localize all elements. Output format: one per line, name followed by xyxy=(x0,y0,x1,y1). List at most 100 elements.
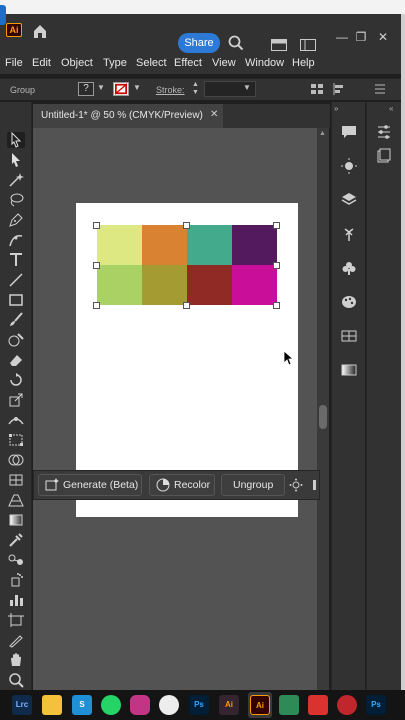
eraser-tool-icon[interactable] xyxy=(7,352,25,368)
swatch-rect-5[interactable] xyxy=(97,265,142,305)
taskbar-photoshop-icon[interactable]: Ps xyxy=(189,695,209,715)
menu-object[interactable]: Object xyxy=(61,57,93,69)
eyedropper-tool-icon[interactable] xyxy=(7,532,25,548)
document-tab[interactable]: Untitled-1* @ 50 % (CMYK/Preview) ✕ xyxy=(33,104,223,128)
fill-dropdown-chevron-icon[interactable]: ▼ xyxy=(97,83,105,93)
swatch-rect-1[interactable] xyxy=(97,225,142,265)
tab-close-icon[interactable]: ✕ xyxy=(210,109,218,120)
control-bar-menu-icon[interactable] xyxy=(372,83,386,95)
bounding-box-handle[interactable] xyxy=(273,262,280,269)
align-icon[interactable] xyxy=(310,83,324,95)
shaper-tool-icon[interactable] xyxy=(7,332,25,348)
zoom-tool-icon[interactable] xyxy=(7,672,25,688)
libraries-panel-icon[interactable] xyxy=(376,148,392,164)
layers-panel-icon[interactable] xyxy=(341,192,357,208)
generate-beta-button[interactable]: Generate (Beta) xyxy=(38,474,142,496)
column-graph-tool-icon[interactable] xyxy=(7,592,25,608)
stroke-dropdown-chevron-icon[interactable]: ▼ xyxy=(133,83,141,93)
more-options-icon[interactable] xyxy=(289,478,303,492)
bounding-box-handle[interactable] xyxy=(273,302,280,309)
shape-builder-tool-icon[interactable] xyxy=(7,452,25,468)
collapse-panels-icon[interactable]: » xyxy=(334,104,338,113)
bounding-box-handle[interactable] xyxy=(183,302,190,309)
taskbar-illustrator-icon[interactable]: Ai xyxy=(219,695,239,715)
free-transform-tool-icon[interactable] xyxy=(7,432,25,448)
workspace-switcher-icon[interactable] xyxy=(300,38,316,51)
stroke-stepper-icon[interactable]: ▲ ▼ xyxy=(192,81,200,96)
comments-panel-icon[interactable] xyxy=(341,124,357,140)
taskbar-app-green-icon[interactable] xyxy=(279,695,299,715)
paintbrush-tool-icon[interactable] xyxy=(7,312,25,328)
menu-type[interactable]: Type xyxy=(103,57,127,69)
bounding-box-handle[interactable] xyxy=(273,222,280,229)
scroll-up-arrow-icon[interactable]: ▲ xyxy=(319,130,326,137)
menu-edit[interactable]: Edit xyxy=(32,57,51,69)
menu-file[interactable]: File xyxy=(5,57,23,69)
hand-tool-icon[interactable] xyxy=(7,652,25,668)
gradient-panel-icon[interactable] xyxy=(341,362,357,378)
taskbar-app-red-icon[interactable] xyxy=(308,695,328,715)
menu-help[interactable]: Help xyxy=(292,57,315,69)
menu-view[interactable]: View xyxy=(212,57,236,69)
swatch-rect-7[interactable] xyxy=(187,265,232,305)
rectangle-tool-icon[interactable] xyxy=(7,292,25,308)
fill-swatch[interactable]: ? xyxy=(78,82,94,96)
taskbar-app-red-round-icon[interactable] xyxy=(337,695,357,715)
vertical-scrollbar[interactable]: ▲ xyxy=(317,128,329,690)
bounding-box-handle[interactable] xyxy=(93,262,100,269)
taskbar-start-icon[interactable] xyxy=(0,5,6,25)
menu-window[interactable]: Window xyxy=(245,57,284,69)
menu-select[interactable]: Select xyxy=(136,57,167,69)
type-tool-icon[interactable] xyxy=(7,252,25,268)
curvature-tool-icon[interactable] xyxy=(7,232,25,248)
selection-tool-icon[interactable] xyxy=(7,131,25,148)
swatch-rect-2[interactable] xyxy=(142,225,187,265)
bounding-box-handle[interactable] xyxy=(183,222,190,229)
taskbar-whatsapp-icon[interactable] xyxy=(101,695,121,715)
taskbar-illustrator-active-icon[interactable]: Ai xyxy=(250,695,270,715)
swatch-rect-6[interactable] xyxy=(142,265,187,305)
slice-tool-icon[interactable] xyxy=(7,632,25,648)
pen-tool-icon[interactable] xyxy=(7,212,25,228)
scrollbar-thumb[interactable] xyxy=(319,405,327,429)
stroke-weight-dropdown-icon[interactable]: ▼ xyxy=(243,83,251,93)
taskbar-photoshop-2-icon[interactable]: Ps xyxy=(366,695,386,715)
share-button[interactable]: Share xyxy=(178,33,220,53)
magic-wand-tool-icon[interactable] xyxy=(7,172,25,188)
puppet-warp-icon[interactable] xyxy=(341,226,357,242)
scale-tool-icon[interactable] xyxy=(7,392,25,408)
bounding-box-handle[interactable] xyxy=(93,302,100,309)
artboard-tool-icon[interactable] xyxy=(7,612,25,628)
swatch-rect-8[interactable] xyxy=(232,265,277,305)
contextual-bar-grip-icon[interactable] xyxy=(313,480,316,490)
home-icon[interactable] xyxy=(31,22,49,40)
appearance-sun-icon[interactable] xyxy=(341,158,357,174)
stroke-swatch[interactable] xyxy=(113,82,129,96)
menu-effect[interactable]: Effect xyxy=(174,57,202,69)
recolor-button[interactable]: Recolor xyxy=(149,474,215,496)
line-segment-tool-icon[interactable] xyxy=(7,272,25,288)
swatch-rect-3[interactable] xyxy=(187,225,232,265)
direct-selection-tool-icon[interactable] xyxy=(7,152,25,168)
perspective-grid-tool-icon[interactable] xyxy=(7,492,25,508)
color-palette-icon[interactable] xyxy=(341,294,357,310)
distribute-icon[interactable] xyxy=(332,83,346,95)
properties-sliders-icon[interactable] xyxy=(376,124,392,140)
arrange-documents-icon[interactable] xyxy=(271,38,287,51)
search-icon[interactable] xyxy=(228,35,244,51)
canvas-area[interactable] xyxy=(33,128,317,690)
minimize-button[interactable]: — xyxy=(333,29,351,45)
taskbar-skype-icon[interactable]: S xyxy=(72,695,92,715)
live-paint-bucket-icon[interactable] xyxy=(7,472,25,488)
bounding-box-handle[interactable] xyxy=(93,222,100,229)
taskbar-app-icon[interactable] xyxy=(159,695,179,715)
symbol-sprayer-tool-icon[interactable] xyxy=(7,572,25,588)
width-tool-icon[interactable] xyxy=(7,412,25,428)
maximize-button[interactable]: ❐ xyxy=(352,29,370,45)
blend-tool-icon[interactable] xyxy=(7,552,25,568)
symbols-club-icon[interactable] xyxy=(341,260,357,276)
taskbar-file-explorer-icon[interactable] xyxy=(42,695,62,715)
gradient-tool-icon[interactable] xyxy=(7,512,25,528)
lasso-tool-icon[interactable] xyxy=(7,192,25,208)
ungroup-button[interactable]: Ungroup xyxy=(221,474,285,496)
